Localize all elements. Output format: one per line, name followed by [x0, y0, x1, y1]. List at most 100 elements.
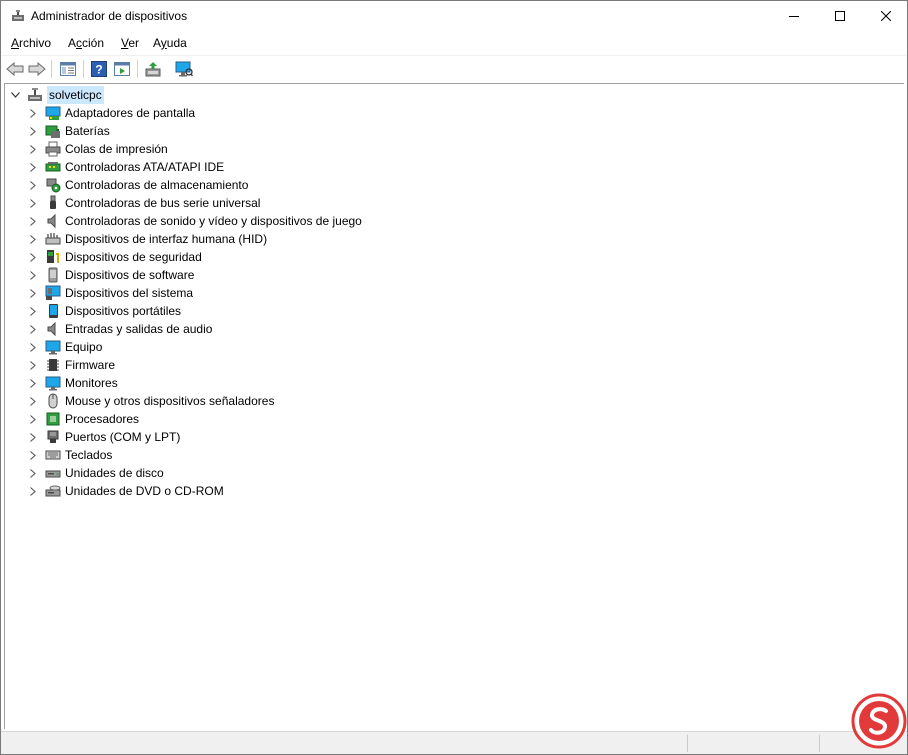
- tree-expand-toggle[interactable]: [27, 482, 39, 500]
- help-button[interactable]: ?: [89, 59, 109, 79]
- tree-item[interactable]: Dispositivos del sistema: [27, 284, 193, 302]
- tree-expand-toggle[interactable]: [27, 230, 39, 248]
- device-manager-app-icon: [12, 10, 24, 21]
- tree-expand-toggle[interactable]: [27, 410, 39, 428]
- help-icon: ?: [91, 61, 107, 77]
- tree-expand-toggle[interactable]: [27, 374, 39, 392]
- tree-item-label: Monitores: [65, 376, 118, 390]
- scan-hardware-button[interactable]: [174, 59, 194, 79]
- tree-item[interactable]: Dispositivos de seguridad: [27, 248, 202, 266]
- device-tree[interactable]: solveticpc Adaptadores de pantalla Baterí…: [4, 83, 904, 729]
- tree-item[interactable]: Adaptadores de pantalla: [27, 104, 195, 122]
- tree-item[interactable]: Dispositivos de interfaz humana (HID): [27, 230, 267, 248]
- tree-expand-toggle[interactable]: [27, 446, 39, 464]
- chevron-right-icon: [30, 252, 36, 262]
- tree-expand-toggle[interactable]: [27, 158, 39, 176]
- tree-expand-toggle[interactable]: [27, 248, 39, 266]
- tree-item[interactable]: Controladoras de almacenamiento: [27, 176, 248, 194]
- tree-expand-toggle[interactable]: [27, 356, 39, 374]
- security-key-icon: [45, 249, 61, 265]
- chevron-right-icon: [30, 126, 36, 136]
- tree-expand-toggle[interactable]: [27, 338, 39, 356]
- status-bar-separator: [687, 735, 688, 752]
- storage-controller-icon: [45, 177, 61, 193]
- tree-item[interactable]: Monitores: [27, 374, 118, 392]
- tree-expand-toggle[interactable]: [27, 428, 39, 446]
- tree-item[interactable]: Controladoras de bus serie universal: [27, 194, 260, 212]
- forward-button[interactable]: [27, 59, 47, 79]
- tree-item[interactable]: Firmware: [27, 356, 115, 374]
- tree-item-label: Colas de impresión: [65, 142, 168, 156]
- tree-expand-toggle[interactable]: [27, 122, 39, 140]
- tree-expand-toggle[interactable]: [27, 464, 39, 482]
- tree-expand-toggle[interactable]: [27, 212, 39, 230]
- tree-item-label: Teclados: [65, 448, 113, 462]
- tree-expand-toggle[interactable]: [27, 194, 39, 212]
- tree-item[interactable]: Puertos (COM y LPT): [27, 428, 180, 446]
- tree-item-label: Unidades de disco: [65, 466, 164, 480]
- tree-item[interactable]: Colas de impresión: [27, 140, 168, 158]
- menu-ver[interactable]: Ver: [121, 36, 139, 50]
- tree-item[interactable]: Baterías: [27, 122, 110, 140]
- tree-item[interactable]: Teclados: [27, 446, 112, 464]
- monitor-icon: [45, 375, 61, 391]
- tree-expand-toggle[interactable]: [27, 104, 39, 122]
- audio-io-icon: [45, 321, 61, 337]
- tree-item[interactable]: Entradas y salidas de audio: [27, 320, 212, 338]
- tree-collapse-toggle[interactable]: [9, 86, 21, 104]
- tree-item[interactable]: Unidades de DVD o CD-ROM: [27, 482, 224, 500]
- tree-item-label: Baterías: [65, 124, 110, 138]
- computer-root-icon: [27, 87, 43, 103]
- chevron-right-icon: [30, 378, 36, 388]
- chevron-right-icon: [30, 342, 36, 352]
- menu-archivo[interactable]: Archivo: [11, 36, 51, 50]
- close-button[interactable]: [863, 1, 908, 31]
- usb-icon: [45, 195, 61, 211]
- menu-accion[interactable]: Acción: [68, 36, 104, 50]
- tree-item[interactable]: Dispositivos portátiles: [27, 302, 181, 320]
- tree-expand-toggle[interactable]: [27, 392, 39, 410]
- chevron-right-icon: [30, 324, 36, 334]
- properties-button[interactable]: [58, 59, 78, 79]
- keyboard-icon: [45, 447, 61, 463]
- chevron-down-icon: [10, 92, 20, 98]
- tree-expand-toggle[interactable]: [27, 266, 39, 284]
- view-button[interactable]: [112, 59, 132, 79]
- toolbar-separator: [83, 60, 84, 78]
- tree-expand-toggle[interactable]: [27, 284, 39, 302]
- disk-drive-icon: [45, 465, 61, 481]
- back-button[interactable]: [5, 59, 25, 79]
- tree-item-label: Unidades de DVD o CD-ROM: [65, 484, 224, 498]
- tree-item[interactable]: Dispositivos de software: [27, 266, 194, 284]
- tree-item-label: Puertos (COM y LPT): [65, 430, 181, 444]
- tree-item-label: Adaptadores de pantalla: [65, 106, 196, 120]
- title-bar[interactable]: Administrador de dispositivos: [1, 1, 907, 31]
- tree-item[interactable]: Mouse y otros dispositivos señaladores: [27, 392, 274, 410]
- tree-item[interactable]: Procesadores: [27, 410, 139, 428]
- tree-root[interactable]: solveticpc: [9, 86, 104, 104]
- maximize-icon: [835, 11, 845, 21]
- minimize-button[interactable]: [771, 1, 817, 31]
- tree-item[interactable]: Controladoras ATA/ATAPI IDE: [27, 158, 224, 176]
- tree-expand-toggle[interactable]: [27, 176, 39, 194]
- battery-icon: [45, 123, 61, 139]
- tree-expand-toggle[interactable]: [27, 140, 39, 158]
- maximize-button[interactable]: [817, 1, 863, 31]
- tree-item-label: Dispositivos de software: [65, 268, 195, 282]
- system-device-icon: [45, 285, 61, 301]
- toolbar-separator: [51, 60, 52, 78]
- chevron-right-icon: [30, 270, 36, 280]
- close-icon: [881, 11, 891, 21]
- update-driver-icon: [145, 62, 161, 77]
- tree-item-label: Dispositivos del sistema: [65, 286, 194, 300]
- tree-item[interactable]: Controladoras de sonido y vídeo y dispos…: [27, 212, 362, 230]
- properties-icon: [60, 62, 76, 76]
- tree-expand-toggle[interactable]: [27, 302, 39, 320]
- tree-item[interactable]: Unidades de disco: [27, 464, 164, 482]
- tree-item[interactable]: Equipo: [27, 338, 102, 356]
- portable-device-icon: [45, 303, 61, 319]
- menu-ayuda[interactable]: Ayuda: [153, 36, 187, 50]
- tree-expand-toggle[interactable]: [27, 320, 39, 338]
- computer-icon: [45, 339, 61, 355]
- update-driver-button[interactable]: [143, 59, 163, 79]
